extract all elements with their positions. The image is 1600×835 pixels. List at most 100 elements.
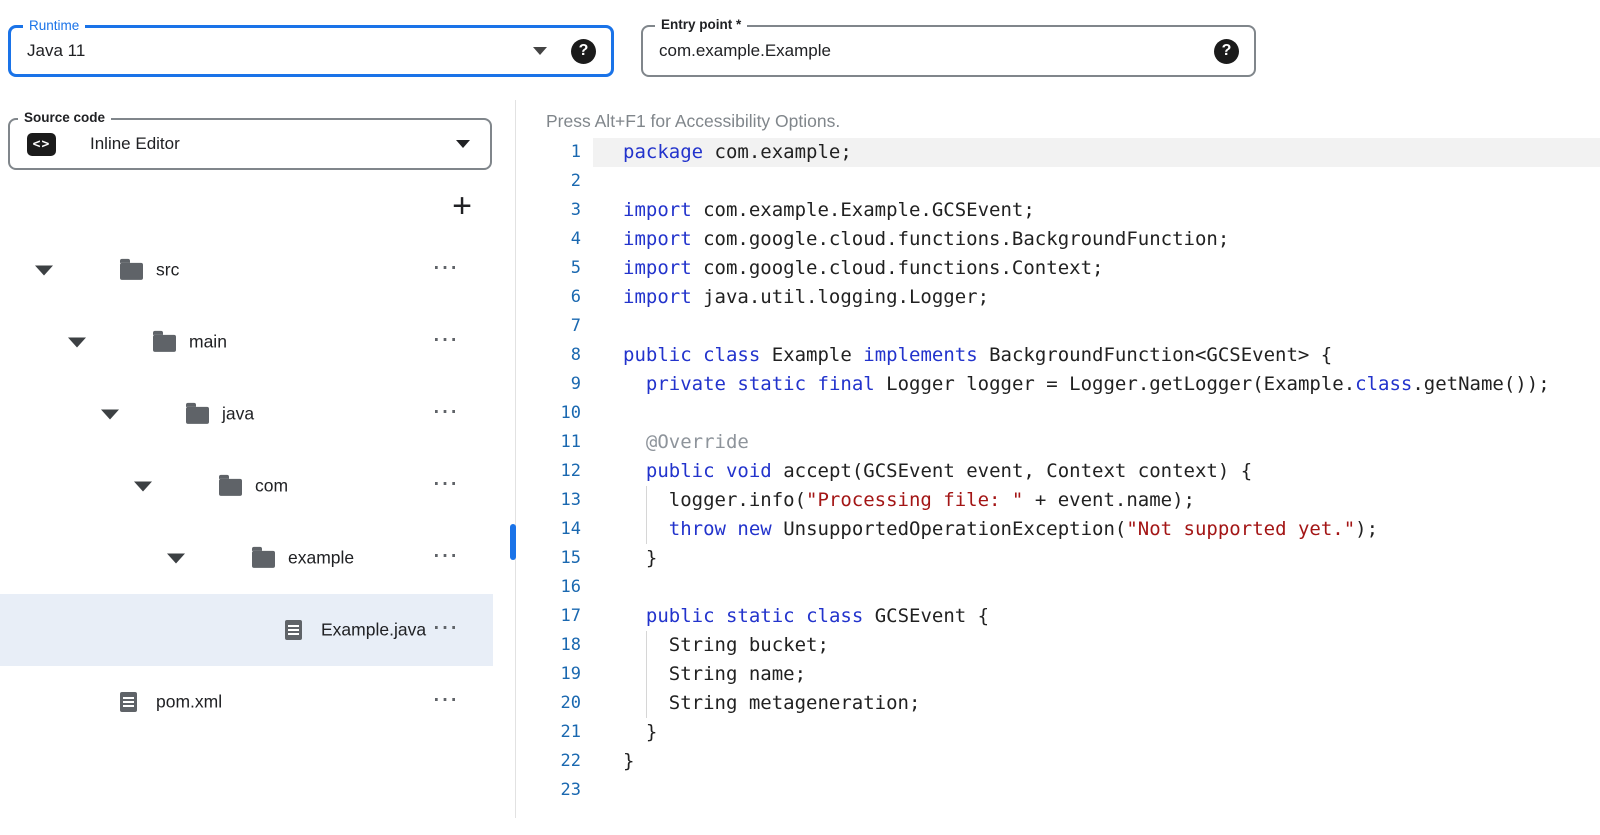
code-lines: 1package com.example;23import com.exampl… <box>516 138 1600 805</box>
line-number: 20 <box>516 689 581 718</box>
line-number: 1 <box>516 138 581 167</box>
code-text: } <box>593 544 1600 573</box>
more-options-icon[interactable]: ⋯ <box>432 611 459 642</box>
line-number: 10 <box>516 399 581 428</box>
help-icon[interactable]: ? <box>571 39 596 64</box>
code-line-5[interactable]: 5 import com.google.cloud.functions.Conte… <box>516 254 1600 283</box>
tree-row-example[interactable]: example ⋯ <box>0 522 493 594</box>
tree-row-src[interactable]: src ⋯ <box>0 234 493 306</box>
code-text: import com.google.cloud.functions.Contex… <box>593 254 1600 283</box>
chevron-down-icon[interactable] <box>533 47 547 55</box>
indent-guide-line <box>646 486 647 515</box>
expand-arrow-icon[interactable] <box>35 266 53 276</box>
tree-item-label: example <box>288 548 354 569</box>
code-line-17[interactable]: 17 public static class GCSEvent { <box>516 602 1600 631</box>
more-options-icon[interactable]: ⋯ <box>432 467 459 498</box>
code-text <box>593 776 1600 805</box>
more-options-icon[interactable]: ⋯ <box>432 683 459 714</box>
code-line-2[interactable]: 2 <box>516 167 1600 196</box>
code-text <box>593 312 1600 341</box>
expand-arrow-icon[interactable] <box>167 554 185 564</box>
line-number: 23 <box>516 776 581 805</box>
source-code-label: Source code <box>18 110 111 126</box>
code-line-9[interactable]: 9 private static final Logger logger = L… <box>516 370 1600 399</box>
code-line-15[interactable]: 15 } <box>516 544 1600 573</box>
code-line-13[interactable]: 13 logger.info("Processing file: " + eve… <box>516 486 1600 515</box>
tree-row-java[interactable]: java⋯ <box>0 378 493 450</box>
tree-item-label: src <box>156 260 179 281</box>
code-text <box>593 573 1600 602</box>
code-icon: <> <box>27 133 56 156</box>
add-file-button[interactable]: + <box>443 188 481 226</box>
code-line-8[interactable]: 8public class Example implements Backgro… <box>516 341 1600 370</box>
code-line-4[interactable]: 4import com.google.cloud.functions.Backg… <box>516 225 1600 254</box>
line-number: 11 <box>516 428 581 457</box>
file-tree: src⋯main⋯java⋯com⋯example⋯Example.java⋯p… <box>0 234 493 738</box>
code-line-10[interactable]: 10 <box>516 399 1600 428</box>
code-line-19[interactable]: 19 String name; <box>516 660 1600 689</box>
line-number: 9 <box>516 370 581 399</box>
code-line-7[interactable]: 7 <box>516 312 1600 341</box>
more-options-icon[interactable]: ⋯ <box>432 395 459 426</box>
code-line-16[interactable]: 16 <box>516 573 1600 602</box>
code-text: import com.example.Example.GCSEvent; <box>593 196 1600 225</box>
runtime-value: Java 11 <box>11 41 533 61</box>
main-split: Source code <> Inline Editor + src ⋯ main ⋯… <box>0 100 1600 818</box>
code-text: } <box>593 718 1600 747</box>
source-editor-select[interactable]: Source code <> Inline Editor <box>8 118 492 170</box>
more-options-icon[interactable]: ⋯ <box>432 323 459 354</box>
indent-guide-line <box>646 631 647 660</box>
code-line-14[interactable]: 14 throw new UnsupportedOperationExcepti… <box>516 515 1600 544</box>
help-icon[interactable]: ? <box>1214 39 1239 64</box>
runtime-select[interactable]: Runtime Java 11 ? <box>8 25 614 77</box>
code-line-22[interactable]: 22} <box>516 747 1600 776</box>
code-text: import java.util.logging.Logger; <box>593 283 1600 312</box>
expand-arrow-icon[interactable] <box>101 410 119 420</box>
tree-row-com[interactable]: com ⋯ <box>0 450 493 522</box>
line-number: 2 <box>516 167 581 196</box>
panel-resize-handle[interactable] <box>510 524 516 560</box>
tree-row-pom-xml[interactable]: pom.xml⋯ <box>0 666 493 738</box>
tree-item-label: com <box>255 476 288 497</box>
line-number: 15 <box>516 544 581 573</box>
indent-guide-line <box>646 689 647 718</box>
chevron-down-icon[interactable] <box>456 140 470 148</box>
config-bar: Runtime Java 11 ? Entry point * com.exam… <box>0 0 1600 77</box>
code-line-18[interactable]: 18 String bucket; <box>516 631 1600 660</box>
tree-item-label: main <box>189 332 227 353</box>
folder-icon <box>120 263 143 280</box>
expand-arrow-icon[interactable] <box>134 482 152 492</box>
more-options-icon[interactable]: ⋯ <box>432 539 459 570</box>
code-text: String bucket; <box>593 631 1600 660</box>
more-options-icon[interactable]: ⋯ <box>432 251 459 282</box>
line-number: 18 <box>516 631 581 660</box>
line-number: 5 <box>516 254 581 283</box>
code-line-21[interactable]: 21 } <box>516 718 1600 747</box>
line-number: 7 <box>516 312 581 341</box>
code-line-1[interactable]: 1package com.example; <box>516 138 1600 167</box>
code-line-12[interactable]: 12 public void accept(GCSEvent event, Co… <box>516 457 1600 486</box>
code-line-20[interactable]: 20 String metageneration; <box>516 689 1600 718</box>
code-line-23[interactable]: 23 <box>516 776 1600 805</box>
code-line-6[interactable]: 6import java.util.logging.Logger; <box>516 283 1600 312</box>
folder-icon <box>153 335 176 352</box>
expand-arrow-icon[interactable] <box>68 338 86 348</box>
code-text: @Override <box>593 428 1600 457</box>
code-text <box>593 399 1600 428</box>
code-text: } <box>593 747 1600 776</box>
code-line-3[interactable]: 3import com.example.Example.GCSEvent; <box>516 196 1600 225</box>
indent-guide-line <box>646 660 647 689</box>
code-text: logger.info("Processing file: " + event.… <box>593 486 1600 515</box>
code-editor[interactable]: Press Alt+F1 for Accessibility Options. … <box>516 100 1600 818</box>
line-number: 19 <box>516 660 581 689</box>
code-line-11[interactable]: 11 @Override <box>516 428 1600 457</box>
tree-row-example-java[interactable]: Example.java⋯ <box>0 594 493 666</box>
line-number: 13 <box>516 486 581 515</box>
tree-row-main[interactable]: main ⋯ <box>0 306 493 378</box>
source-code-panel: Source code <> Inline Editor + src ⋯ main ⋯… <box>0 100 516 818</box>
folder-icon <box>186 407 209 424</box>
entry-point-field[interactable]: Entry point * com.example.Example ? <box>641 25 1256 77</box>
line-number: 8 <box>516 341 581 370</box>
code-text: String metageneration; <box>593 689 1600 718</box>
code-text: private static final Logger logger = Log… <box>593 370 1600 399</box>
